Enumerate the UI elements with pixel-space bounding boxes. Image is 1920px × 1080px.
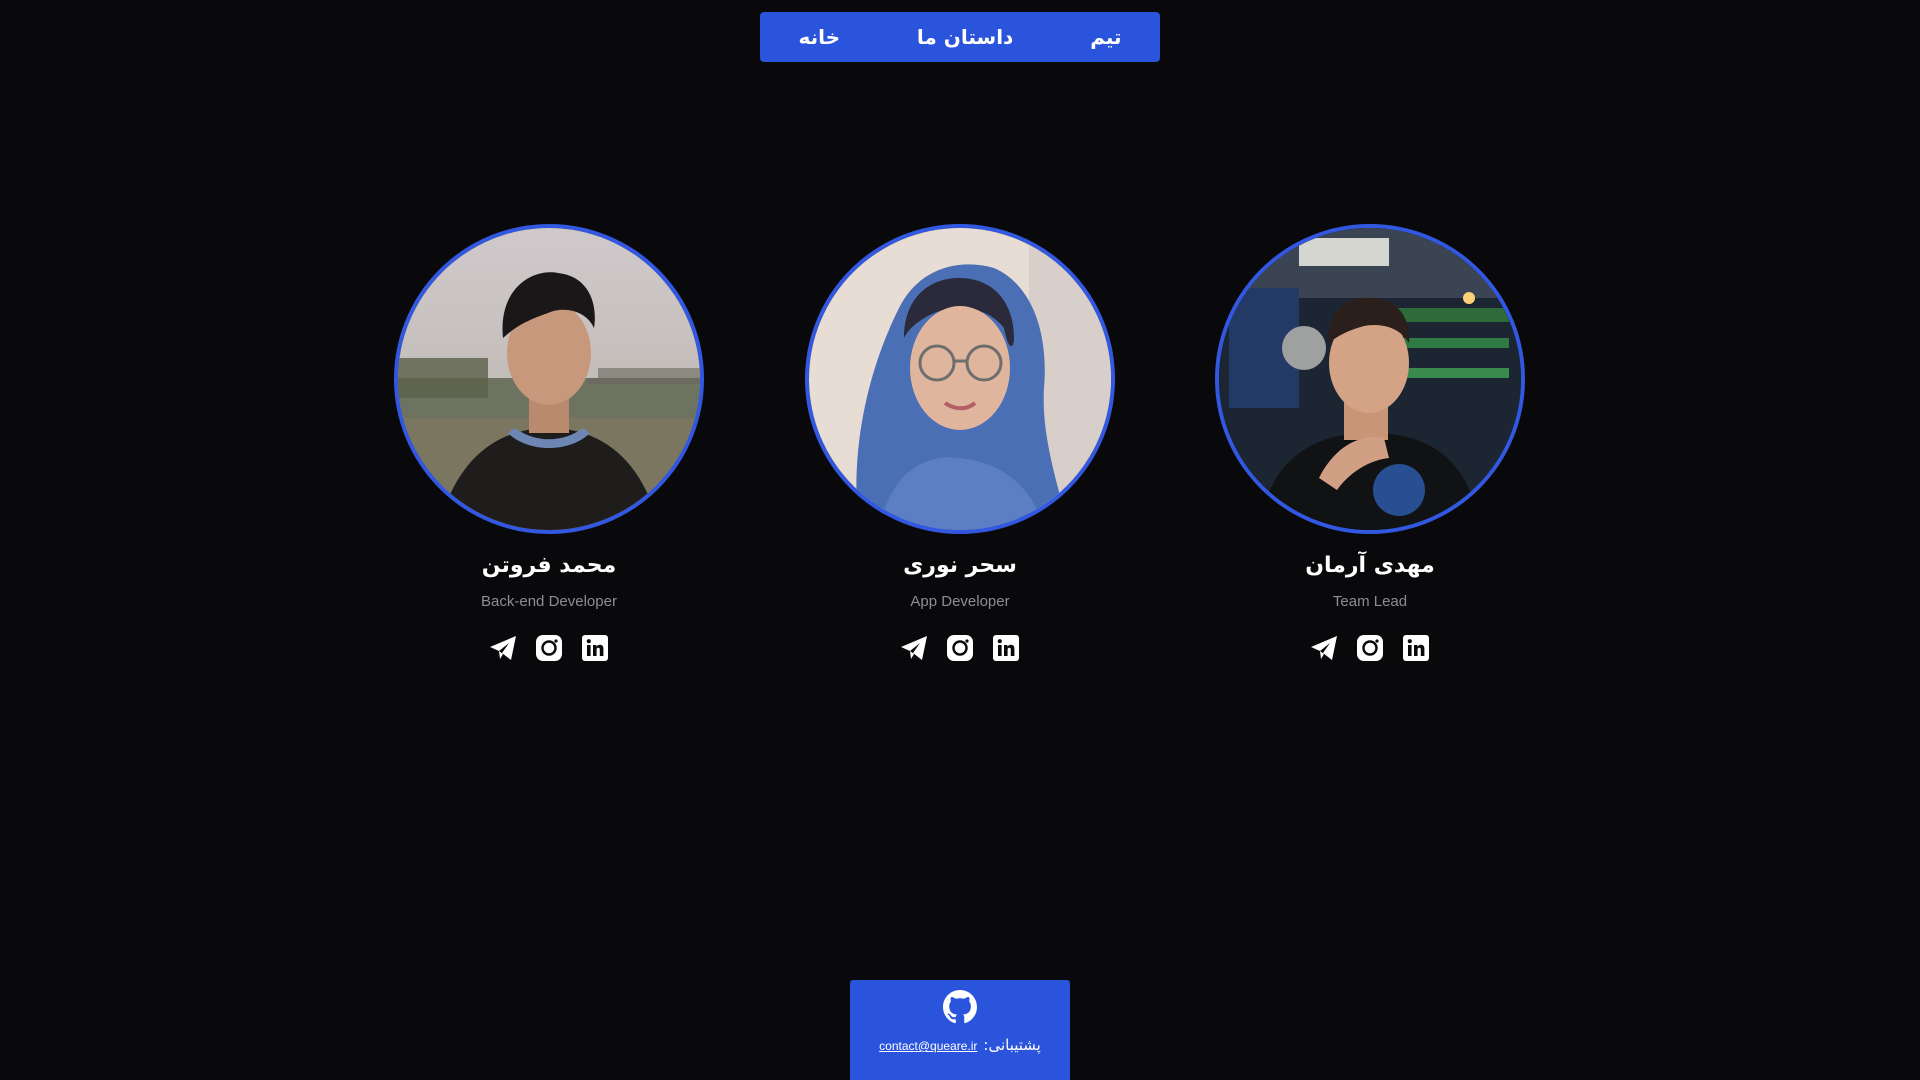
nav-team-link[interactable]: تیم [1078,19,1133,55]
linkedin-icon[interactable] [992,634,1020,662]
linkedin-icon[interactable] [581,634,609,662]
instagram-icon[interactable] [535,634,563,662]
social-links [1310,634,1430,662]
support-email-link[interactable]: contact@queare.ir [879,1039,977,1053]
member-role: Back-end Developer [481,593,617,610]
footer: پشتیبانی: contact@queare.ir [850,980,1070,1080]
support-contact: پشتیبانی: contact@queare.ir [879,1036,1041,1054]
team-member-card: سحر نوری App Developer [805,224,1115,662]
social-links [489,634,609,662]
member-role: Team Lead [1332,593,1408,610]
linkedin-icon[interactable] [1402,634,1430,662]
team-section: محمد فروتن Back-end Developer سحر نوری A… [0,224,1920,684]
member-role: App Developer [910,593,1010,610]
team-member-card: محمد فروتن Back-end Developer [394,224,704,662]
member-photo [394,224,704,534]
telegram-icon[interactable] [489,634,517,662]
team-member-card: مهدی آرمان Team Lead [1215,224,1525,662]
support-label: پشتیبانی: [983,1036,1041,1054]
team-page: خانه داستان ما تیم محمد فروتن Back-end D… [0,0,1920,1080]
top-nav: خانه داستان ما تیم [760,12,1160,62]
telegram-icon[interactable] [1310,634,1338,662]
github-icon[interactable] [943,990,977,1024]
social-links [900,634,1020,662]
member-name: مهدی آرمان [1305,553,1435,578]
telegram-icon[interactable] [900,634,928,662]
member-photo [1215,224,1525,534]
instagram-icon[interactable] [946,634,974,662]
nav-home-link[interactable]: خانه [786,19,852,55]
member-name: سحر نوری [903,553,1017,578]
member-photo [805,224,1115,534]
nav-our-story-link[interactable]: داستان ما [905,19,1025,55]
instagram-icon[interactable] [1356,634,1384,662]
member-name: محمد فروتن [481,553,617,578]
